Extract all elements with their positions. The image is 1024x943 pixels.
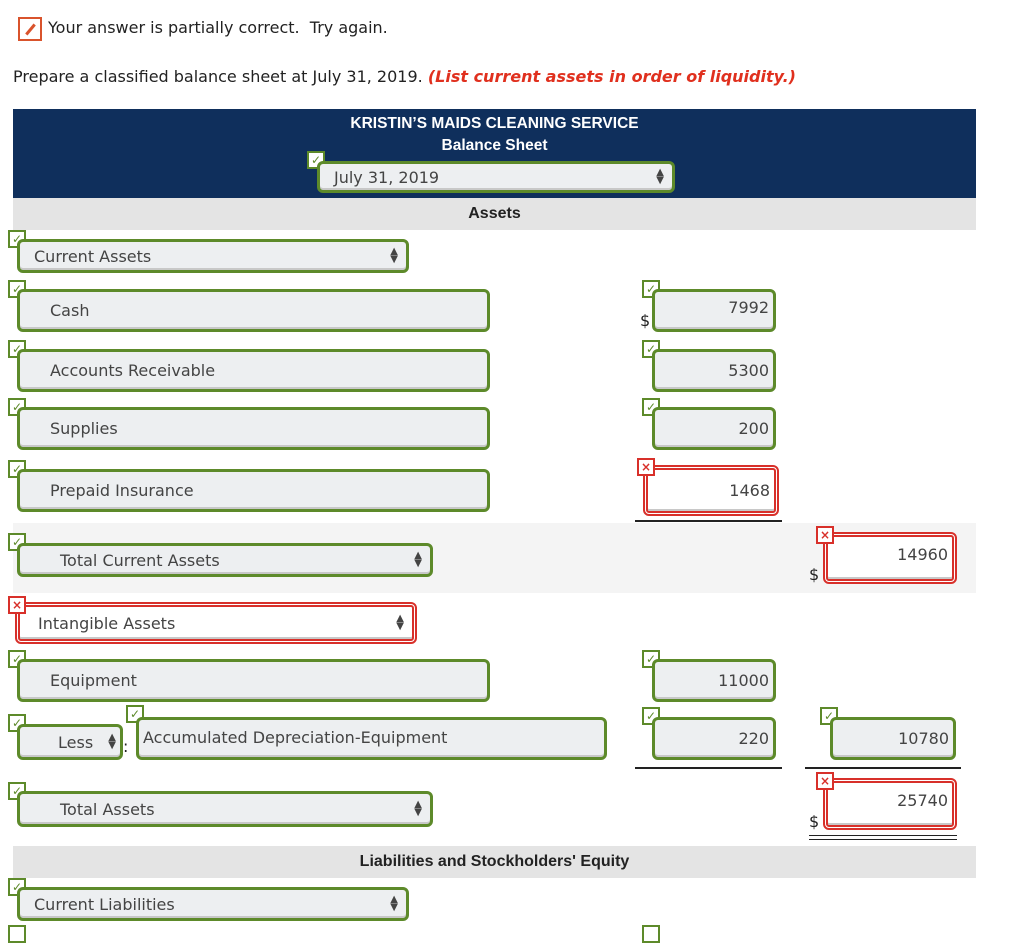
select-arrows-icon: ▲ ▼	[414, 799, 422, 818]
input-value: Cash	[50, 301, 90, 320]
input-value: 14960	[897, 545, 948, 564]
pencil-icon	[18, 17, 42, 41]
colon: :	[123, 737, 129, 756]
input-value: 200	[738, 419, 769, 438]
supplies-label-input[interactable]: Supplies	[17, 407, 490, 450]
company-name: KRISTIN’S MAIDS CLEANING SERVICE	[350, 115, 639, 132]
total-current-assets-amount-input[interactable]: 14960	[823, 532, 957, 584]
input-value: 7992	[728, 298, 769, 317]
equipment-amount-input[interactable]: 11000	[652, 659, 776, 702]
incorrect-x-icon: ×	[8, 596, 26, 614]
instruction: Prepare a classified balance sheet at Ju…	[13, 67, 796, 86]
currency-symbol: $	[640, 311, 651, 330]
incorrect-x-icon: ×	[816, 772, 834, 790]
input-value: 25740	[897, 791, 948, 810]
equipment-label-input[interactable]: Equipment	[17, 659, 490, 702]
date-select[interactable]: July 31, 2019 ▲ ▼	[317, 161, 675, 193]
select-value: Intangible Assets	[38, 613, 176, 633]
select-arrows-icon: ▲ ▼	[390, 894, 398, 913]
input-value: 1468	[729, 481, 770, 500]
statement-title: Balance Sheet	[441, 137, 548, 154]
double-total-line	[809, 835, 957, 840]
input-value: Prepaid Insurance	[50, 481, 194, 500]
accounts-receivable-amount-input[interactable]: 5300	[652, 349, 776, 392]
input-value: 5300	[728, 361, 769, 380]
subtotal-line	[805, 767, 961, 769]
instruction-note: (List current assets in order of liquidi…	[427, 67, 796, 86]
accumulated-depreciation-label-input[interactable]: Accumulated Depreciation-Equipment	[136, 717, 607, 760]
select-arrows-icon: ▲ ▼	[414, 550, 422, 569]
prepaid-insurance-amount-input[interactable]: 1468	[643, 465, 779, 516]
select-arrows-icon: ▲ ▼	[396, 613, 404, 632]
input-value: 10780	[898, 729, 949, 748]
select-value: Less	[58, 732, 94, 752]
supplies-amount-input[interactable]: 200	[652, 407, 776, 450]
select-value: Current Liabilities	[34, 894, 175, 914]
input-value: Accounts Receivable	[50, 361, 216, 380]
input-value: Supplies	[50, 419, 118, 438]
total-assets-select[interactable]: Total Assets ▲ ▼	[17, 791, 433, 827]
date-value: July 31, 2019	[334, 167, 440, 187]
correct-check-icon	[642, 925, 660, 943]
feedback-text: Your answer is partially correct. Try ag…	[48, 18, 388, 37]
accumulated-depreciation-amount-input[interactable]: 220	[652, 717, 776, 760]
select-arrows-icon: ▲ ▼	[108, 732, 116, 751]
liabilities-section-header: Liabilities and Stockholders' Equity	[13, 846, 976, 878]
input-value: 11000	[718, 671, 769, 690]
intangible-assets-select[interactable]: Intangible Assets ▲ ▼	[15, 602, 417, 644]
total-assets-amount-input[interactable]: 25740	[823, 778, 957, 830]
input-value: Equipment	[50, 671, 137, 690]
subtotal-line	[635, 520, 782, 522]
total-current-assets-select[interactable]: Total Current Assets ▲ ▼	[17, 543, 433, 577]
cash-amount-input[interactable]: 7992	[652, 289, 776, 332]
currency-symbol: $	[809, 812, 820, 831]
subtotal-line	[635, 767, 782, 769]
current-assets-select[interactable]: Current Assets ▲ ▼	[17, 239, 409, 273]
select-value: Current Assets	[34, 246, 152, 266]
assets-section-header: Assets	[13, 198, 976, 230]
input-value: 220	[738, 729, 769, 748]
select-value: Total Assets	[60, 799, 155, 819]
select-value: Total Current Assets	[60, 550, 220, 570]
less-select[interactable]: Less ▲ ▼	[17, 724, 123, 760]
incorrect-x-icon: ×	[637, 458, 655, 476]
incorrect-x-icon: ×	[816, 526, 834, 544]
correct-check-icon	[8, 925, 26, 943]
instruction-text: Prepare a classified balance sheet at Ju…	[13, 67, 423, 86]
current-liabilities-select[interactable]: Current Liabilities ▲ ▼	[17, 887, 409, 921]
select-arrows-icon: ▲ ▼	[656, 167, 664, 186]
input-value: Accumulated Depreciation-Equipment	[143, 728, 448, 747]
prepaid-insurance-label-input[interactable]: Prepaid Insurance	[17, 469, 490, 512]
accounts-receivable-label-input[interactable]: Accounts Receivable	[17, 349, 490, 392]
select-arrows-icon: ▲ ▼	[390, 246, 398, 265]
net-equipment-amount-input[interactable]: 10780	[830, 717, 956, 760]
currency-symbol: $	[809, 565, 820, 584]
cash-label-input[interactable]: Cash	[17, 289, 490, 332]
